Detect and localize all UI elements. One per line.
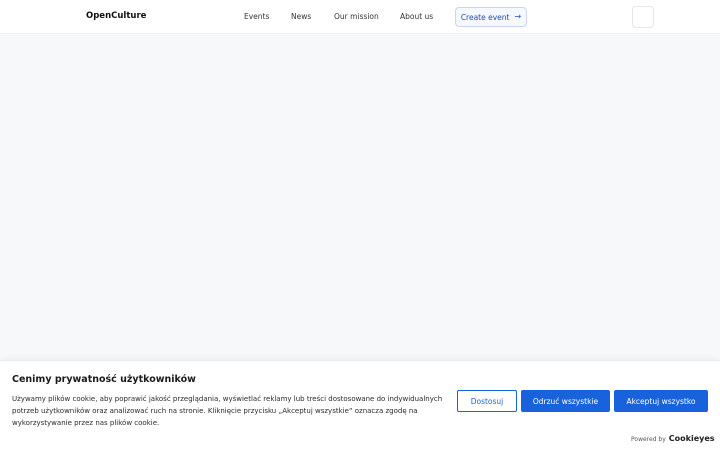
cookieyes-logo[interactable]: Cookieyes: [669, 434, 715, 443]
cookie-banner-description: Używamy plików cookie, aby poprawić jako…: [12, 395, 443, 427]
reject-all-cookies-button[interactable]: Odrzuć wszystkie: [521, 390, 610, 412]
nav-link-news[interactable]: News: [291, 12, 311, 21]
nav-link-about-us[interactable]: About us: [400, 12, 433, 21]
powered-by: Powered by Cookieyes: [631, 434, 715, 443]
cookie-banner-title: Cenimy prywatność użytkowników: [12, 374, 196, 385]
customize-cookies-button[interactable]: Dostosuj: [457, 390, 517, 412]
cookie-consent-banner: Cenimy prywatność użytkowników Używamy p…: [0, 360, 720, 450]
create-event-label: Create event: [460, 12, 510, 22]
site-header: OpenCulture Events News Our mission Abou…: [0, 0, 720, 34]
powered-by-label: Powered by: [631, 436, 666, 443]
accept-all-cookies-button[interactable]: Akceptuj wszystko: [614, 390, 708, 412]
site-logo[interactable]: OpenCulture: [86, 11, 146, 21]
arrow-right-icon: →: [514, 12, 522, 21]
menu-button[interactable]: [632, 6, 654, 28]
create-event-button[interactable]: Create event →: [455, 7, 527, 27]
nav-link-events[interactable]: Events: [244, 12, 269, 21]
nav-link-our-mission[interactable]: Our mission: [334, 12, 379, 21]
